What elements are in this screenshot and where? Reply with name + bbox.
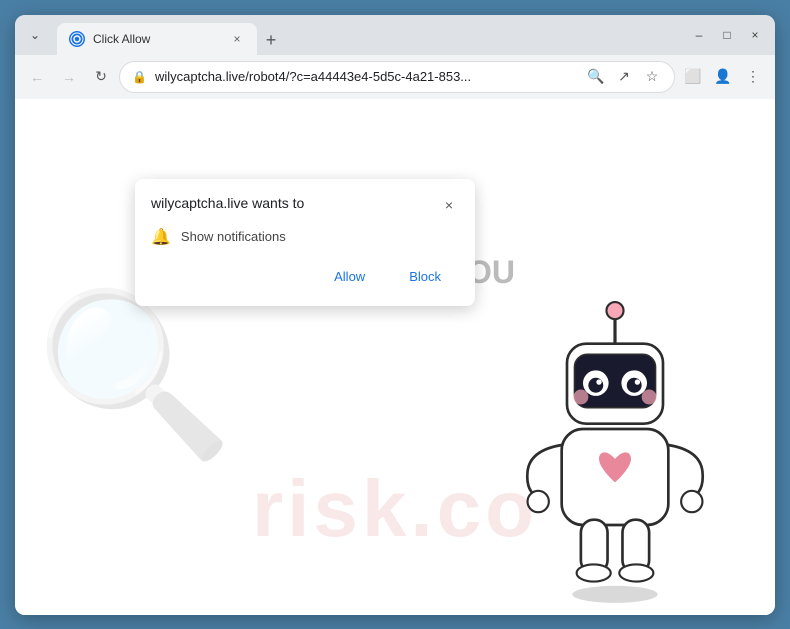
menu-icon[interactable]: ⋮	[739, 63, 767, 91]
bell-icon: 🔔	[151, 227, 171, 247]
share-icon[interactable]: ↗	[614, 67, 634, 87]
browser-window: ⌄ Click Allow × + – □ × ←	[15, 15, 775, 615]
search-lens-icon[interactable]: 🔍	[586, 67, 606, 87]
forward-button[interactable]: →	[55, 63, 83, 91]
minimize-button[interactable]: –	[687, 23, 711, 47]
nav-bar: ← → ↻ 🔒 wilycaptcha.live/robot4/?c=a4444…	[15, 55, 775, 99]
nav-right-icons: ⬜ 👤 ⋮	[679, 63, 767, 91]
tab-close-button[interactable]: ×	[229, 31, 245, 47]
permission-dialog: wilycaptcha.live wants to × 🔔 Show notif…	[135, 179, 475, 306]
window-controls: ⌄	[23, 23, 47, 47]
bookmark-icon[interactable]: ☆	[642, 67, 662, 87]
new-tab-button[interactable]: +	[257, 27, 285, 55]
address-bar[interactable]: 🔒 wilycaptcha.live/robot4/?c=a44443e4-5d…	[119, 61, 675, 93]
active-tab[interactable]: Click Allow ×	[57, 23, 257, 55]
background-search-icon: 🔍	[35, 282, 234, 469]
tabs-area: Click Allow × +	[57, 15, 681, 55]
allow-button[interactable]: Allow	[316, 263, 383, 290]
split-screen-icon[interactable]: ⬜	[679, 63, 707, 91]
block-button[interactable]: Block	[391, 263, 459, 290]
robot-illustration	[495, 285, 735, 605]
address-text: wilycaptcha.live/robot4/?c=a44443e4-5d5c…	[155, 69, 578, 84]
permission-label: Show notifications	[181, 229, 286, 244]
dialog-header: wilycaptcha.live wants to ×	[151, 195, 459, 215]
profile-icon[interactable]: 👤	[709, 63, 737, 91]
tab-title: Click Allow	[93, 32, 221, 46]
reload-button[interactable]: ↻	[87, 63, 115, 91]
address-icons: 🔍 ↗ ☆	[586, 67, 662, 87]
tab-favicon	[69, 31, 85, 47]
dialog-title: wilycaptcha.live wants to	[151, 195, 304, 211]
dialog-permission-row: 🔔 Show notifications	[151, 227, 459, 247]
maximize-button[interactable]: □	[715, 23, 739, 47]
dialog-close-button[interactable]: ×	[439, 195, 459, 215]
chevron-down-icon[interactable]: ⌄	[23, 23, 47, 47]
dialog-buttons: Allow Block	[151, 263, 459, 290]
page-content: 🔍 risk.co OU wilycaptcha.live wants to ×…	[15, 99, 775, 615]
close-window-button[interactable]: ×	[743, 23, 767, 47]
lock-icon: 🔒	[132, 70, 147, 84]
title-bar-controls: – □ ×	[687, 23, 767, 47]
back-button[interactable]: ←	[23, 63, 51, 91]
title-bar: ⌄ Click Allow × + – □ ×	[15, 15, 775, 55]
